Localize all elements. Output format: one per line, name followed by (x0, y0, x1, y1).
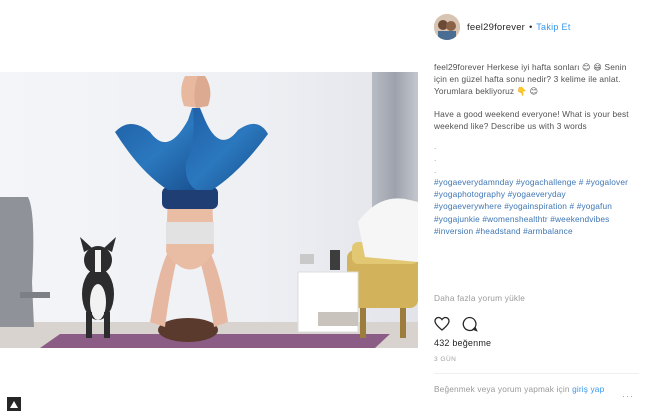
more-options-icon[interactable]: ··· (622, 391, 634, 401)
comment-bubble-icon[interactable] (462, 316, 478, 332)
save-icon[interactable] (6, 396, 22, 412)
post-photo[interactable] (0, 72, 418, 348)
post-actions (434, 316, 478, 332)
hashtags[interactable]: #yogaeverydamnday #yogachallenge # #yoga… (434, 176, 630, 237)
login-prompt: Beğenmek veya yorum yapmak için giriş ya… (434, 383, 624, 395)
separator-dot: • (529, 22, 533, 32)
login-link[interactable]: giriş yap (572, 384, 604, 394)
caption-dot: . (434, 141, 437, 152)
post-time: 3 GÜN (434, 356, 457, 363)
caption-english: Have a good weekend everyone! What is yo… (434, 108, 629, 131)
load-more-comments[interactable]: Daha fazla yorum yükle (434, 293, 525, 303)
avatar[interactable] (434, 14, 460, 40)
divider (434, 373, 639, 374)
post-sidebar: feel29forever • Takip Et feel29forever H… (434, 0, 644, 416)
caption-dots: . . . (434, 140, 630, 176)
follow-button[interactable]: Takip Et (536, 22, 570, 32)
caption-dot: . (434, 153, 437, 164)
username-link[interactable]: feel29forever (467, 22, 525, 33)
heart-outline-icon[interactable] (434, 316, 450, 332)
likes-count[interactable]: 432 beğenme (434, 338, 491, 348)
post-caption: feel29forever Herkese iyi hafta sonları … (434, 61, 630, 237)
login-text: Beğenmek veya yorum yapmak için (434, 384, 570, 394)
post-header: feel29forever • Takip Et (434, 13, 571, 41)
yoga-headstand-image (0, 72, 418, 348)
caption-turkish: feel29forever Herkese iyi hafta sonları … (434, 62, 627, 97)
caption-dot: . (434, 165, 437, 176)
